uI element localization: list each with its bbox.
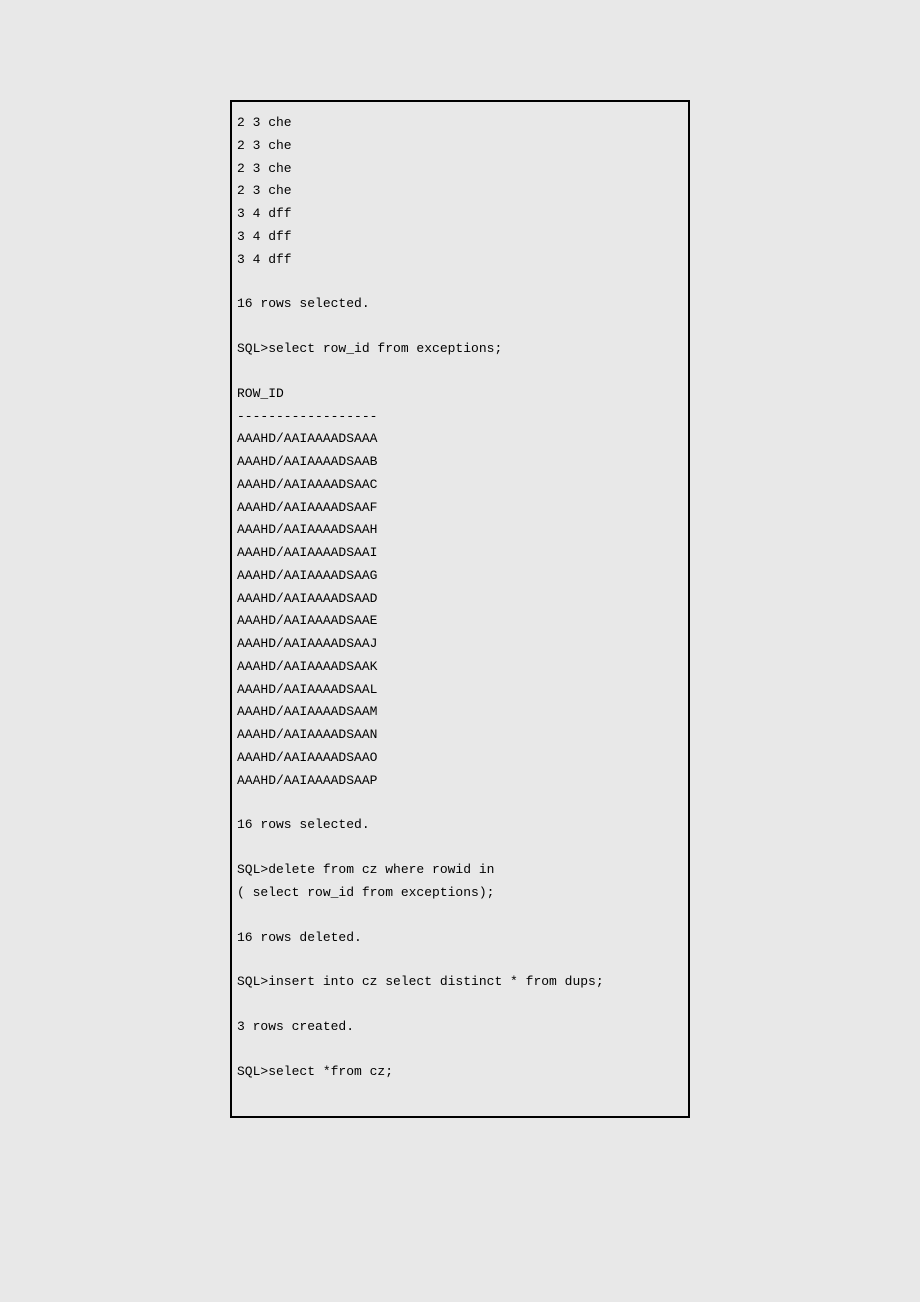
column-divider: ------------------ [237, 406, 683, 429]
output-row: AAAHD/AAIAAAADSAAN [237, 724, 683, 747]
output-row: 2 3 che [237, 112, 683, 135]
sql-query-continuation: ( select row_id from exceptions); [237, 882, 683, 905]
status-message: 16 rows selected. [237, 814, 683, 837]
output-row: AAAHD/AAIAAAADSAAO [237, 747, 683, 770]
output-row: 3 4 dff [237, 249, 683, 272]
output-row: AAAHD/AAIAAAADSAAG [237, 565, 683, 588]
output-row: AAAHD/AAIAAAADSAAL [237, 679, 683, 702]
output-row: AAAHD/AAIAAAADSAAE [237, 610, 683, 633]
status-message: 16 rows selected. [237, 293, 683, 316]
sql-query: SQL>select *from cz; [237, 1061, 683, 1084]
output-row: AAAHD/AAIAAAADSAAD [237, 588, 683, 611]
output-row: AAAHD/AAIAAAADSAAC [237, 474, 683, 497]
output-row: 2 3 che [237, 158, 683, 181]
output-row: AAAHD/AAIAAAADSAAK [237, 656, 683, 679]
sql-query: SQL>delete from cz where rowid in [237, 859, 683, 882]
output-row: AAAHD/AAIAAAADSAAA [237, 428, 683, 451]
terminal-output: 2 3 che 2 3 che 2 3 che 2 3 che 3 4 dff … [230, 100, 690, 1118]
output-row: 2 3 che [237, 180, 683, 203]
output-row: 3 4 dff [237, 203, 683, 226]
output-row: AAAHD/AAIAAAADSAAI [237, 542, 683, 565]
output-row: AAAHD/AAIAAAADSAAF [237, 497, 683, 520]
status-message: 16 rows deleted. [237, 927, 683, 950]
output-row: AAAHD/AAIAAAADSAAM [237, 701, 683, 724]
sql-query: SQL>select row_id from exceptions; [237, 338, 683, 361]
output-row: AAAHD/AAIAAAADSAAH [237, 519, 683, 542]
column-header: ROW_ID [237, 383, 683, 406]
status-message: 3 rows created. [237, 1016, 683, 1039]
output-row: 3 4 dff [237, 226, 683, 249]
output-row: AAAHD/AAIAAAADSAAB [237, 451, 683, 474]
output-row: AAAHD/AAIAAAADSAAP [237, 770, 683, 793]
output-row: AAAHD/AAIAAAADSAAJ [237, 633, 683, 656]
output-row: 2 3 che [237, 135, 683, 158]
sql-query: SQL>insert into cz select distinct * fro… [237, 971, 683, 994]
